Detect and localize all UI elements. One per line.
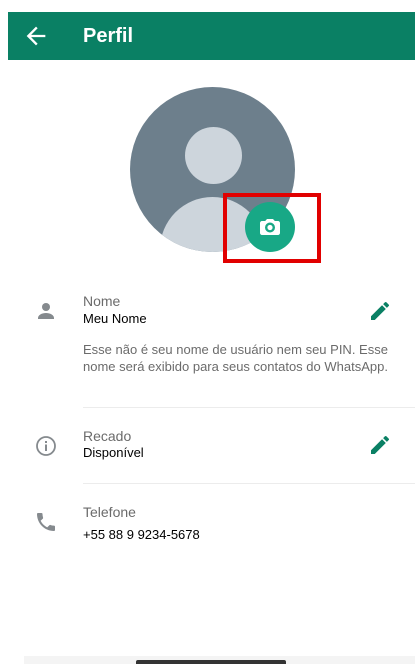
- name-value[interactable]: Meu Nome: [83, 310, 147, 328]
- name-description: Esse não é seu nome de usuário nem seu P…: [83, 342, 388, 374]
- app-header: Perfil: [8, 12, 415, 60]
- divider: [83, 483, 415, 484]
- pencil-icon: [371, 301, 390, 320]
- back-button[interactable]: [22, 22, 50, 50]
- phone-value: +55 88 9 9234-5678: [83, 527, 200, 542]
- info-icon: [34, 434, 58, 458]
- phone-label: Telefone: [83, 504, 136, 520]
- about-label: Recado: [83, 428, 132, 444]
- home-indicator: [136, 660, 286, 664]
- name-label: Nome: [83, 293, 121, 309]
- pencil-icon: [371, 435, 390, 454]
- about-value[interactable]: Disponível: [83, 444, 144, 462]
- change-photo-button[interactable]: [245, 202, 295, 252]
- person-icon: [34, 299, 58, 323]
- phone-icon: [34, 510, 58, 534]
- edit-name-button[interactable]: [368, 299, 392, 323]
- arrow-left-icon: [26, 26, 46, 46]
- page-title: Perfil: [83, 25, 134, 47]
- divider: [83, 407, 415, 408]
- edit-about-button[interactable]: [368, 433, 392, 457]
- camera-icon: [260, 219, 280, 235]
